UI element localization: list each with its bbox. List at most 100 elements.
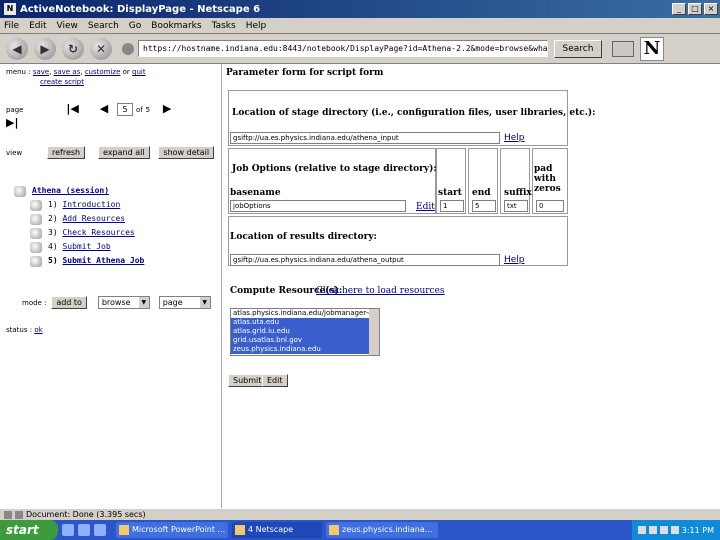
quicklaunch-desktop-icon[interactable] — [78, 524, 90, 536]
tree-item-add-resources[interactable]: 2) Add Resources — [48, 214, 125, 223]
netscape-icon — [235, 525, 245, 535]
back-icon[interactable]: ◀ — [6, 37, 28, 60]
tree-item-label[interactable]: Check Resources — [62, 228, 134, 237]
clock: 3:11 PM — [681, 525, 714, 535]
results-directory-input[interactable]: gsiftp://ua.es.physics.indiana.edu/athen… — [230, 254, 500, 266]
menu-tasks[interactable]: Tasks — [212, 21, 236, 31]
menu-bookmarks[interactable]: Bookmarks — [151, 21, 201, 31]
resource-option[interactable]: atlas.physics.indiana.edu/jobmanager-con… — [231, 309, 379, 318]
page-icon — [30, 214, 42, 225]
start-button[interactable]: start — [0, 520, 58, 540]
stage-help-link[interactable]: Help — [504, 133, 525, 143]
first-page-icon[interactable]: |◀ — [66, 102, 78, 115]
tree-item-label[interactable]: Submit Job — [62, 242, 110, 251]
menu-save-as-link[interactable]: save as — [54, 68, 81, 76]
tray-icon[interactable] — [648, 526, 657, 534]
reload-icon[interactable]: ↻ — [62, 37, 84, 60]
menu-help[interactable]: Help — [246, 21, 267, 31]
task-terminal[interactable]: zeus.physics.indiana... — [326, 522, 438, 538]
mode-select-browse[interactable]: browse ▼ — [97, 296, 150, 309]
submit-button[interactable]: Submit — [228, 374, 267, 387]
tree-item-submit-athena-job[interactable]: 5) Submit Athena Job — [48, 256, 144, 265]
stop-icon[interactable]: ✕ — [90, 37, 112, 60]
start-input[interactable]: 1 — [440, 200, 464, 212]
chevron-down-icon: ▼ — [199, 297, 210, 308]
mode-select-page[interactable]: page ▼ — [158, 296, 211, 309]
task-netscape[interactable]: 4 Netscape — [232, 522, 322, 538]
tray-icon[interactable] — [637, 526, 646, 534]
resource-option[interactable]: atlas.uta.edu — [231, 318, 379, 327]
prev-page-icon[interactable]: ◀ — [100, 102, 108, 115]
tree-item-submit-job[interactable]: 4) Submit Job — [48, 242, 111, 251]
results-directory-label: Location of results directory: — [230, 232, 377, 242]
tree-root-session[interactable]: Athena (session) — [32, 186, 109, 195]
tray-icon[interactable] — [659, 526, 668, 534]
add-to-button[interactable]: add to — [51, 296, 87, 309]
mode-select-value: browse — [101, 298, 131, 307]
powerpoint-icon — [119, 525, 129, 535]
tray-icon[interactable] — [670, 526, 679, 534]
resource-option[interactable]: grid.usatlas.bnl.gov — [231, 336, 379, 345]
task-label: Microsoft PowerPoint ... — [132, 525, 226, 534]
tree-item-introduction[interactable]: 1) Introduction — [48, 200, 120, 209]
menu-search[interactable]: Search — [88, 21, 119, 31]
task-powerpoint[interactable]: Microsoft PowerPoint ... — [116, 522, 228, 538]
create-script-link[interactable]: create script — [40, 78, 84, 86]
page-icon — [30, 242, 42, 253]
menu-view[interactable]: View — [57, 21, 78, 31]
maximize-button[interactable]: □ — [688, 3, 702, 15]
url-input[interactable]: https://hostname.indiana.edu:8443/notebo… — [138, 40, 548, 57]
results-help-link[interactable]: Help — [504, 255, 525, 265]
status-value[interactable]: ok — [34, 326, 42, 334]
menu-go[interactable]: Go — [129, 21, 141, 31]
basename-input[interactable]: jobOptions — [230, 200, 406, 212]
quicklaunch-media-icon[interactable] — [94, 524, 106, 536]
refresh-button[interactable]: refresh — [47, 146, 86, 159]
expand-all-button[interactable]: expand all — [98, 146, 150, 159]
menu-prefix: menu : — [6, 68, 31, 76]
list-scrollbar[interactable] — [369, 309, 379, 355]
resource-option[interactable]: atlas.grid.iu.edu — [231, 327, 379, 336]
task-label: 4 Netscape — [248, 525, 294, 534]
security-icon[interactable] — [122, 42, 134, 55]
menu-customize-link[interactable]: customize — [85, 68, 121, 76]
next-page-icon[interactable]: ▶ — [163, 102, 171, 115]
edit-job-options-link[interactable]: Edit — [416, 202, 435, 212]
page-icon — [30, 200, 42, 211]
menu-save-link[interactable]: save — [33, 68, 49, 76]
compute-resources-list[interactable]: atlas.physics.indiana.edu/jobmanager-con… — [230, 308, 380, 356]
netscape-logo[interactable]: N — [640, 36, 664, 61]
tree-item-label[interactable]: Submit Athena Job — [62, 256, 144, 265]
end-input[interactable]: 5 — [472, 200, 496, 212]
status-text: Document: Done (3.395 secs) — [26, 510, 146, 519]
tree-item-number: 2) — [48, 214, 58, 223]
pad-input[interactable]: 0 — [536, 200, 564, 212]
show-detail-button[interactable]: show detail — [158, 146, 215, 159]
page-navigation: page |◀ ◀ 5 of 5 ▶ ▶| — [6, 102, 216, 129]
print-icon[interactable] — [612, 40, 634, 57]
load-resources-link[interactable]: Click here to load resources — [316, 286, 445, 296]
navigation-toolbar: ◀ ▶ ↻ ✕ https://hostname.indiana.edu:844… — [0, 34, 720, 64]
tree-item-label[interactable]: Add Resources — [62, 214, 125, 223]
page-number-input[interactable]: 5 — [117, 103, 134, 116]
menu-edit[interactable]: Edit — [29, 21, 46, 31]
tree-item-check-resources[interactable]: 3) Check Resources — [48, 228, 135, 237]
search-button[interactable]: Search — [554, 39, 602, 58]
menu-file[interactable]: File — [4, 21, 19, 31]
view-controls: view refresh expand all show detail — [6, 146, 215, 159]
stage-directory-input[interactable]: gsiftp://ua.es.physics.indiana.edu/athen… — [230, 132, 500, 144]
suffix-label: suffix — [504, 188, 532, 198]
menu-quit-link[interactable]: quit — [132, 68, 146, 76]
edit-button[interactable]: Edit — [262, 374, 288, 387]
suffix-input[interactable]: txt — [504, 200, 528, 212]
tree-item-number: 1) — [48, 200, 58, 209]
close-button[interactable]: × — [704, 3, 718, 15]
resource-option[interactable]: zeus.physics.indiana.edu — [231, 345, 379, 354]
tree-item-label[interactable]: Introduction — [62, 200, 120, 209]
forward-icon[interactable]: ▶ — [34, 37, 56, 60]
parameter-form: Parameter form for script form Location … — [224, 64, 720, 508]
last-page-icon[interactable]: ▶| — [6, 116, 18, 129]
quicklaunch-ie-icon[interactable] — [62, 524, 74, 536]
tree-item-number: 3) — [48, 228, 58, 237]
minimize-button[interactable]: _ — [672, 3, 686, 15]
